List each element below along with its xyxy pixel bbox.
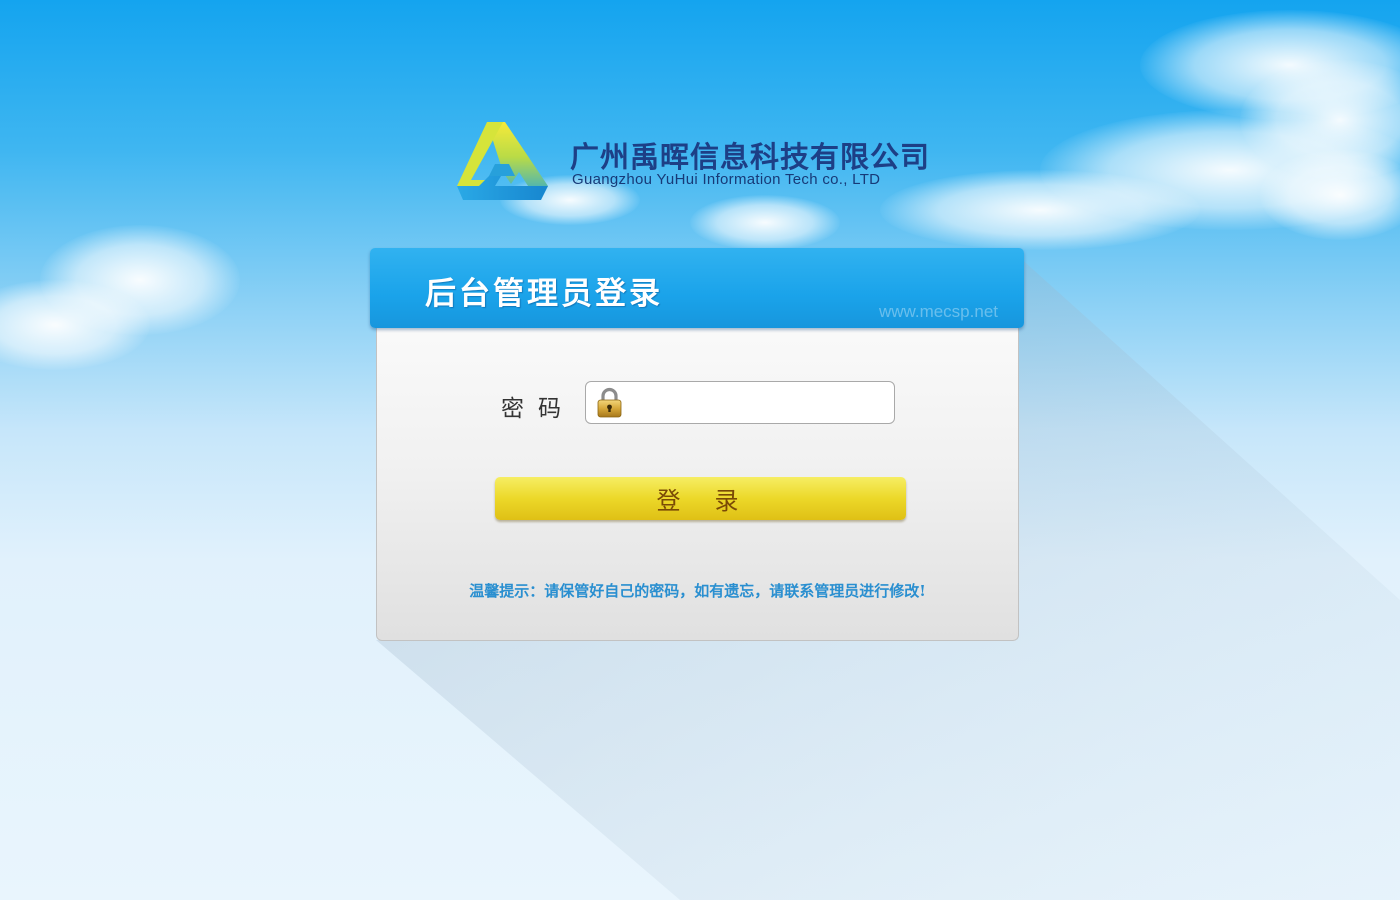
password-input[interactable] (632, 386, 887, 419)
company-name-en: Guangzhou YuHui Information Tech co., LT… (572, 171, 881, 188)
triangle-logo-icon (457, 122, 548, 200)
padlock-icon (597, 387, 622, 418)
password-field[interactable] (585, 381, 895, 424)
password-tip: 温馨提示：请保管好自己的密码，如有遗忘，请联系管理员进行修改! (469, 582, 926, 600)
login-form: 密码 登录 温馨提示：请保管好自己的密码，如有遗忘，请联系管理员进行修改! (376, 322, 1019, 641)
watermark-text: www.mecsp.net (878, 302, 998, 321)
login-title: 后台管理员登录 (425, 276, 663, 312)
password-label: 密码 (501, 396, 575, 422)
company-name-cn: 广州禹晖信息科技有限公司 (570, 140, 931, 174)
login-button[interactable]: 登录 (495, 477, 906, 520)
login-card-header: 后台管理员登录 www.mecsp.net (370, 248, 1024, 328)
login-page: 广州禹晖信息科技有限公司 Guangzhou YuHui Information… (0, 0, 1400, 900)
company-logo: 广州禹晖信息科技有限公司 Guangzhou YuHui Information… (455, 120, 935, 202)
